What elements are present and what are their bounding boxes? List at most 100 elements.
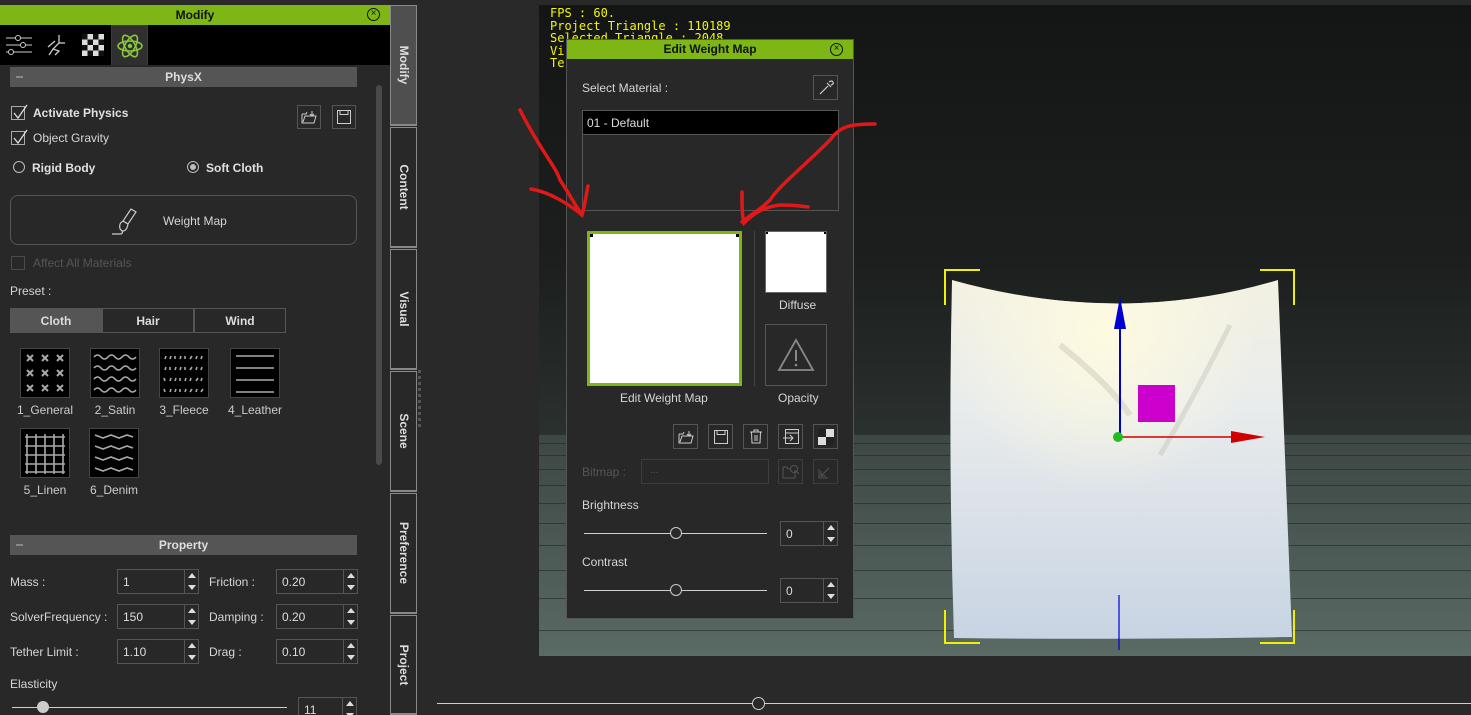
contrast-slider-handle[interactable] [669, 584, 682, 596]
import-weight-map-button[interactable] [778, 424, 803, 449]
drag-spinbox[interactable]: 0.10 [276, 639, 358, 664]
side-tab-project[interactable]: Project [390, 615, 417, 715]
preset-leather[interactable]: 4_Leather [218, 348, 292, 417]
edit-weight-map-titlebar[interactable]: Edit Weight Map × [567, 40, 853, 59]
preset-denim[interactable]: 6_Denim [77, 428, 151, 497]
panel-resize-grip[interactable] [418, 370, 421, 428]
panel-scrollbar[interactable] [376, 85, 382, 465]
increment-icon[interactable] [347, 608, 355, 613]
modify-panel-titlebar[interactable]: Modify × [0, 5, 390, 25]
pick-material-button[interactable] [813, 75, 838, 100]
tab-cloth[interactable]: Cloth [10, 308, 102, 333]
side-tab-modify[interactable]: Modify [390, 5, 417, 126]
modify-panel: Modify × PhysX Activate Physics Object G… [0, 5, 390, 715]
preset-satin[interactable]: 2_Satin [78, 348, 152, 417]
tab-material[interactable] [74, 25, 111, 65]
save-weight-map-button[interactable] [708, 424, 733, 449]
tab-physics[interactable] [111, 25, 148, 65]
tether-limit-spinbox[interactable]: 1.10 [117, 639, 199, 664]
brightness-spinbox[interactable]: 0 [780, 521, 838, 546]
tab-motion[interactable] [37, 25, 74, 65]
decrement-icon[interactable] [188, 585, 196, 590]
pivot-marker[interactable] [1138, 385, 1175, 422]
diffuse-thumbnail[interactable] [765, 231, 827, 293]
cloth-object[interactable] [940, 265, 1300, 650]
side-tab-scene[interactable]: Scene [390, 371, 417, 492]
material-item[interactable]: 01 - Default [583, 111, 838, 135]
increment-icon[interactable] [188, 643, 196, 648]
decrement-icon[interactable] [188, 655, 196, 660]
close-icon[interactable]: × [367, 8, 380, 21]
stats-fps: FPS : 60. [550, 6, 616, 20]
timeline-slider[interactable] [437, 703, 1471, 704]
damping-spinbox[interactable]: 0.20 [276, 604, 358, 629]
increment-icon[interactable] [346, 701, 354, 706]
increment-icon[interactable] [188, 608, 196, 613]
brightness-slider-handle[interactable] [669, 527, 682, 539]
material-list[interactable]: 01 - Default [582, 110, 839, 211]
solver-frequency-label: SolverFrequency : [10, 610, 108, 624]
affect-all-materials-checkbox[interactable] [11, 256, 25, 270]
gizmo-center-handle[interactable] [1113, 432, 1123, 442]
soft-cloth-radio[interactable] [187, 161, 199, 173]
save-preset-button[interactable] [332, 105, 356, 129]
timeline-slider-handle[interactable] [751, 697, 765, 710]
increment-icon[interactable] [827, 525, 835, 530]
elasticity-spinbox[interactable]: 11 [298, 697, 357, 715]
decrement-icon[interactable] [827, 594, 835, 599]
increment-icon[interactable] [347, 573, 355, 578]
property-section-title: Property [158, 538, 209, 552]
contrast-spinbox[interactable]: 0 [780, 578, 838, 603]
preset-general[interactable]: 1_General [8, 348, 82, 417]
friction-spinbox[interactable]: 0.20 [276, 569, 358, 594]
decrement-icon[interactable] [827, 537, 835, 542]
increment-icon[interactable] [347, 643, 355, 648]
side-tab-visual[interactable]: Visual [390, 249, 417, 370]
apply-bitmap-button[interactable] [813, 459, 838, 484]
decrement-icon[interactable] [188, 620, 196, 625]
opacity-thumbnail[interactable] [765, 324, 827, 386]
decrement-icon[interactable] [347, 620, 355, 625]
tab-hair[interactable]: Hair [102, 308, 194, 333]
elasticity-slider-handle[interactable] [37, 701, 49, 713]
contrast-value: 0 [786, 584, 793, 598]
mass-label: Mass : [10, 575, 46, 589]
browse-bitmap-button[interactable] [778, 459, 803, 484]
zigzag-pattern-icon [94, 434, 134, 472]
load-preset-button[interactable] [297, 105, 321, 129]
warning-icon [777, 338, 815, 371]
collapse-icon[interactable] [16, 76, 23, 78]
preset-linen[interactable]: 5_Linen [8, 428, 82, 497]
side-tab-content[interactable]: Content [390, 127, 417, 248]
select-material-label: Select Material : [582, 81, 669, 95]
tab-wind[interactable]: Wind [194, 308, 286, 333]
preset-fleece[interactable]: 3_Fleece [147, 348, 221, 417]
increment-icon[interactable] [188, 573, 196, 578]
increment-icon[interactable] [827, 582, 835, 587]
weight-map-button[interactable]: Weight Map [10, 195, 357, 245]
collapse-icon[interactable] [16, 544, 23, 546]
load-weight-map-button[interactable] [673, 424, 698, 449]
object-gravity-label: Object Gravity [33, 131, 110, 145]
mass-value: 1 [123, 575, 130, 589]
decrement-icon[interactable] [347, 655, 355, 660]
brightness-label: Brightness [582, 498, 639, 512]
side-tab-label: Scene [396, 413, 411, 449]
activate-physics-checkbox[interactable] [11, 104, 28, 120]
side-tab-preference[interactable]: Preference [390, 493, 417, 614]
object-gravity-checkbox[interactable] [11, 129, 28, 145]
elasticity-slider[interactable] [12, 707, 287, 708]
decrement-icon[interactable] [347, 585, 355, 590]
mass-spinbox[interactable]: 1 [117, 569, 199, 594]
solver-frequency-spinbox[interactable]: 150 [117, 604, 199, 629]
tab-sliders[interactable] [0, 25, 37, 65]
drag-label: Drag : [209, 645, 242, 659]
weight-map-thumbnail[interactable] [587, 231, 742, 386]
delete-weight-map-button[interactable] [743, 424, 768, 449]
close-icon[interactable]: × [830, 43, 843, 56]
rigid-body-radio[interactable] [13, 161, 25, 173]
property-section-header[interactable]: Property [10, 535, 357, 555]
physx-section-header[interactable]: PhysX [10, 67, 357, 87]
bitmap-field[interactable]: ... [641, 459, 769, 484]
checker-toggle-button[interactable] [813, 424, 838, 449]
